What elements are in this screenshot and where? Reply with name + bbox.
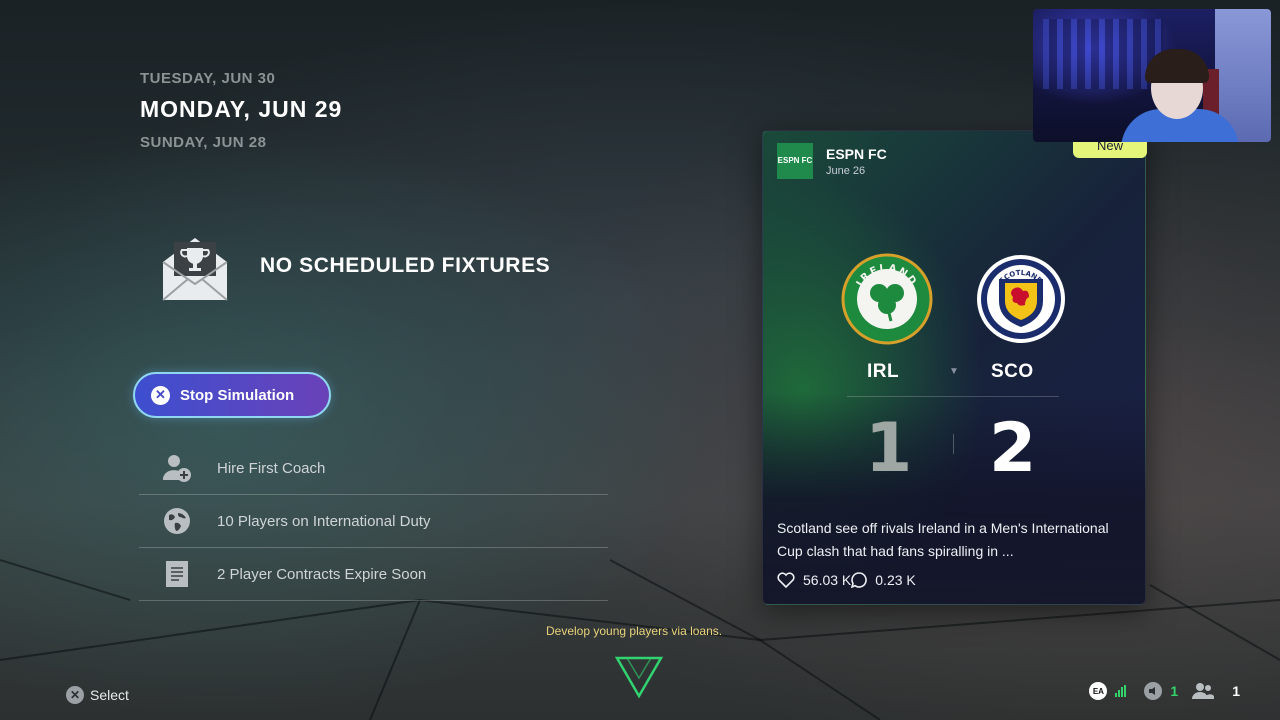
next-date-label: TUESDAY, JUN 30 [140,70,276,87]
no-fixtures-message: NO SCHEDULED FIXTURES [260,254,551,277]
select-hint: ✕ Select [66,686,129,704]
espn-fc-logo: ESPN FC [777,143,813,179]
action-label: 2 Player Contracts Expire Soon [217,565,427,583]
comments-count: 0.23 K [875,572,916,588]
score-divider-line [847,396,1059,397]
versus-triangle-icon: ▼ [949,366,959,377]
news-card-header: ESPN FC ESPN FC June 26 [777,143,887,179]
cross-button-icon: ✕ [66,686,84,704]
chevron-down-icon[interactable] [614,654,664,700]
document-icon [159,556,195,592]
globe-icon [159,503,195,539]
previous-date-label: SUNDAY, JUN 28 [140,134,267,151]
envelope-trophy-icon [162,238,228,301]
ireland-crest-icon: IRELAND [841,253,933,345]
friends-icon[interactable] [1192,682,1215,700]
away-team-code: SCO [991,361,1034,382]
engagement-row: 56.03 K 0.23 K [777,572,916,588]
cross-button-icon: ✕ [151,385,170,405]
friends-count: 1 [1232,683,1240,699]
action-list: Hire First Coach 10 Players on Internati… [139,442,608,601]
likes-count: 56.03 K [803,572,852,588]
tip-text: Develop young players via loans. [546,624,723,638]
add-user-icon [159,450,195,486]
scotland-crest-icon: SCOTLAND [977,255,1065,343]
speaker-icon [1144,682,1163,700]
signal-bars-icon [1115,685,1127,697]
stop-simulation-button[interactable]: ✕ Stop Simulation [133,372,331,418]
select-label: Select [90,687,129,703]
news-source-name: ESPN FC [826,145,887,162]
current-date-label: MONDAY, JUN 29 [140,96,343,122]
home-team-code: IRL [867,361,900,382]
webcam-overlay [1033,9,1271,142]
ea-logo-icon: EA [1089,682,1108,700]
status-bar: EA 1 1 [1089,682,1240,700]
heart-icon[interactable] [777,572,795,588]
action-label: Hire First Coach [217,459,326,477]
news-date: June 26 [826,164,866,177]
stop-simulation-label: Stop Simulation [180,386,295,404]
away-score: 2 [989,409,1037,488]
action-item-hire-coach[interactable]: Hire First Coach [139,442,608,495]
news-card[interactable]: ESPN FC ESPN FC June 26 IRELAND SCOTLAND… [762,130,1146,605]
action-item-international-duty[interactable]: 10 Players on International Duty [139,495,608,548]
action-label: 10 Players on International Duty [217,512,431,530]
action-item-contracts-expire[interactable]: 2 Player Contracts Expire Soon [139,548,608,601]
news-headline: Scotland see off rivals Ireland in a Men… [777,520,1109,559]
comment-icon[interactable] [851,572,868,588]
home-score: 1 [865,409,913,488]
party-count: 1 [1170,683,1179,699]
score-separator [953,434,954,454]
